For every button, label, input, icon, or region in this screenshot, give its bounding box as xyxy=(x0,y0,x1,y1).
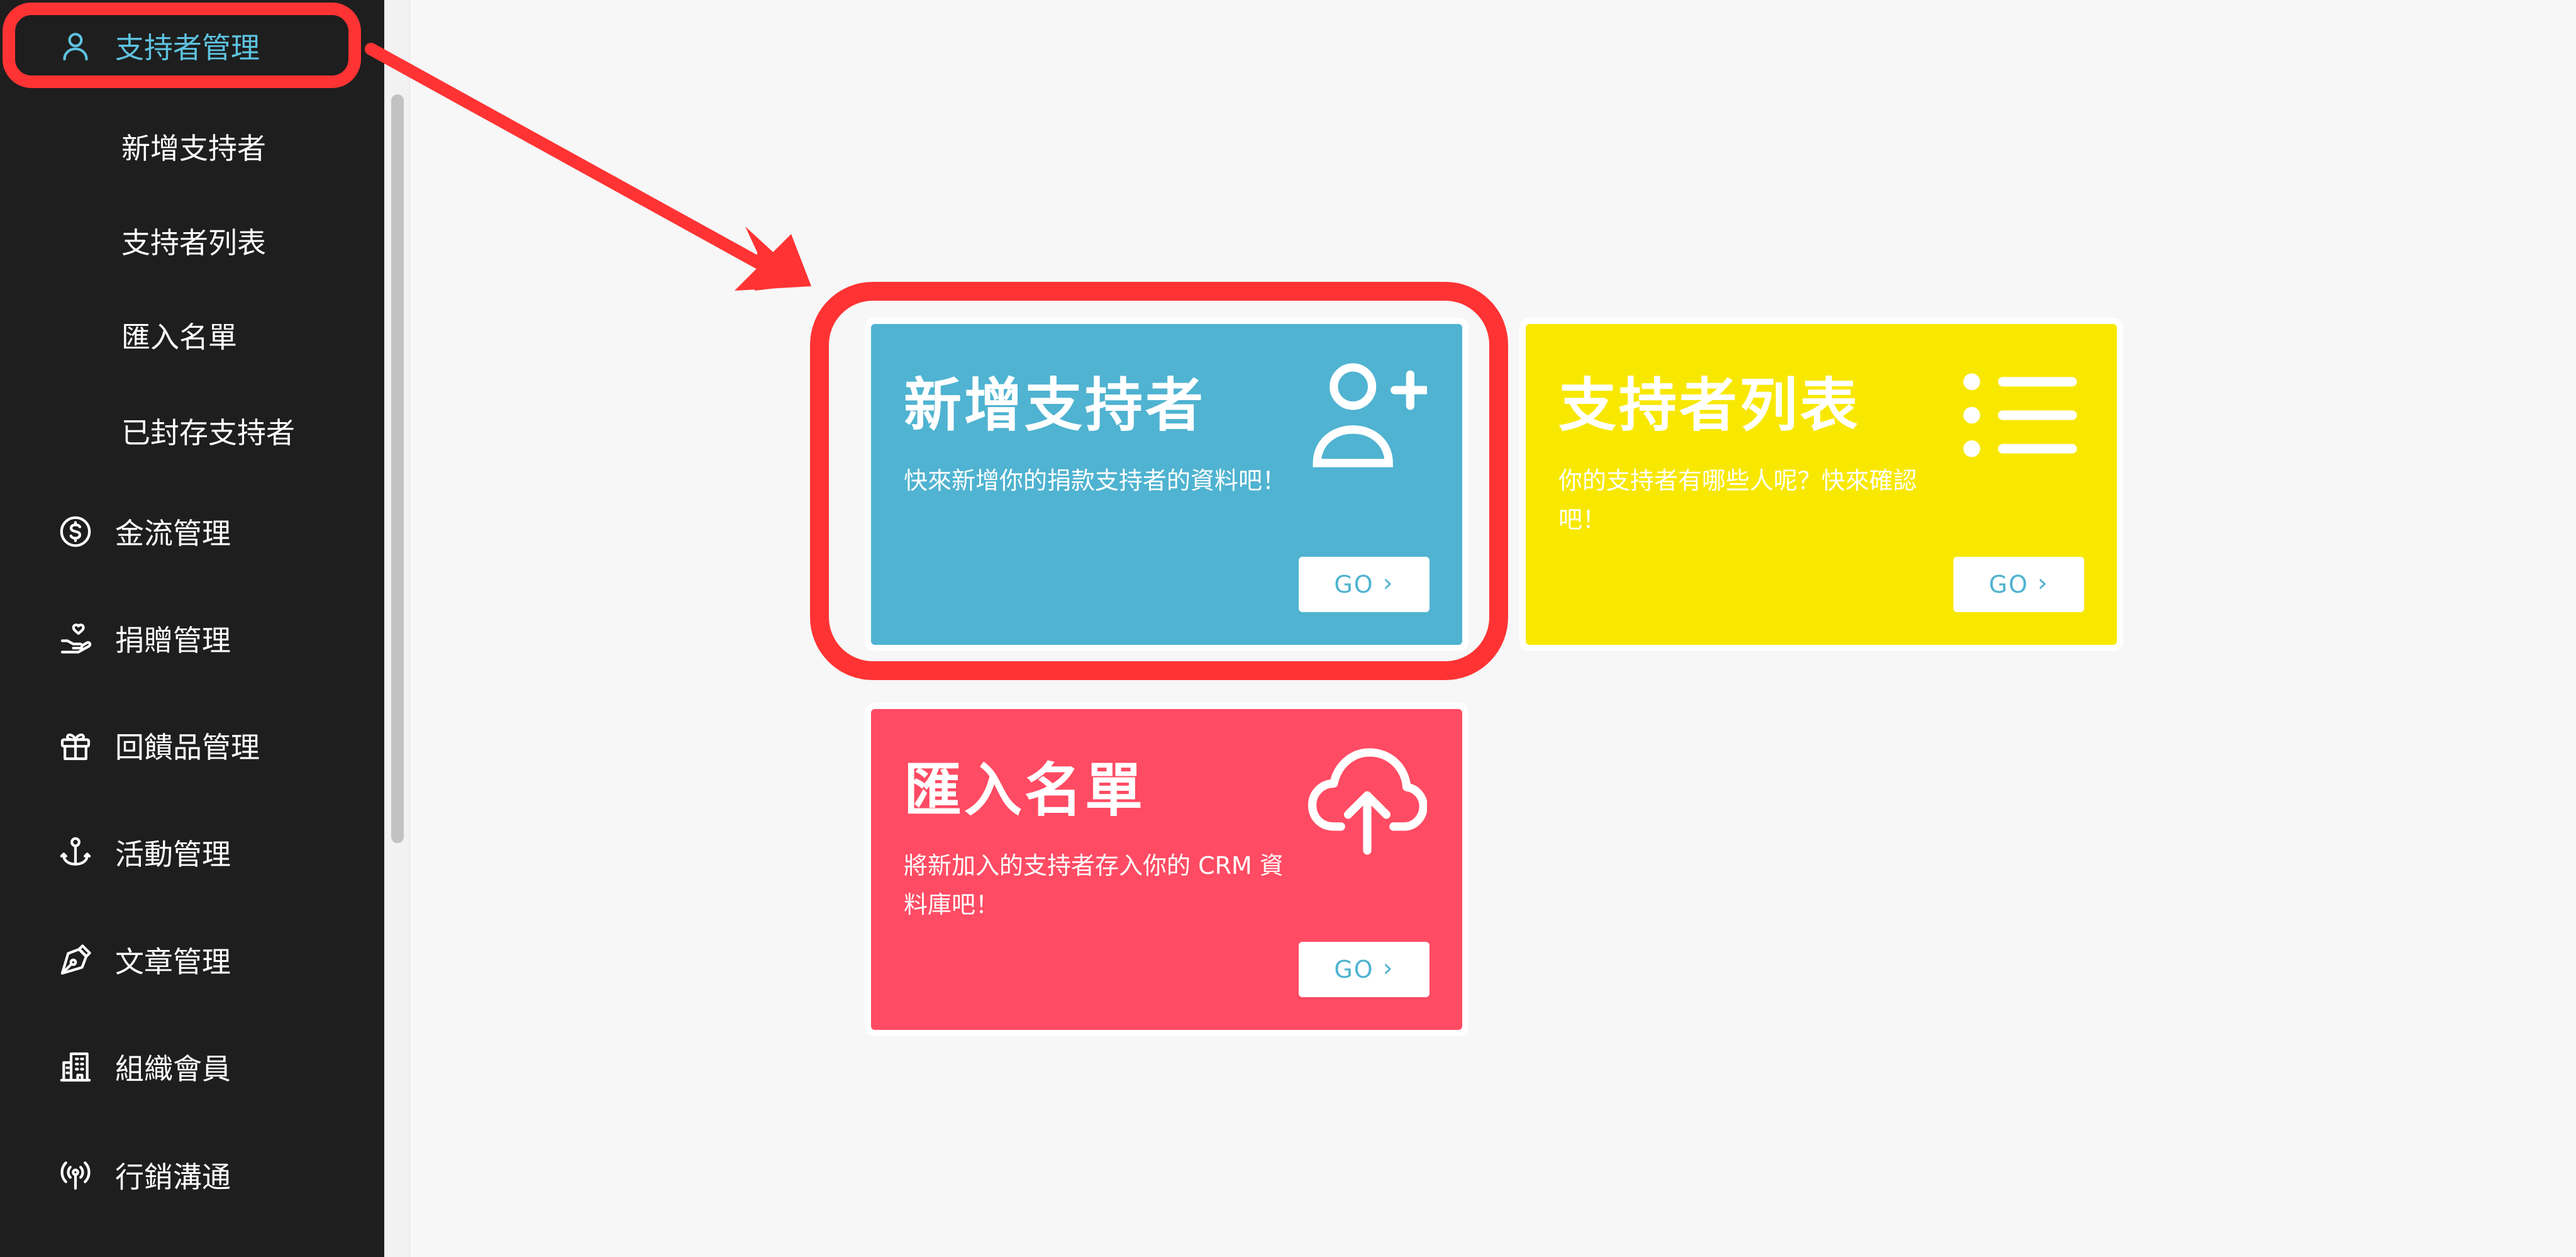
broadcast-icon xyxy=(58,1158,93,1193)
sidebar-item-label: 回饋品管理 xyxy=(115,730,260,764)
card-title: 匯入名單 xyxy=(904,757,1146,824)
sidebar-item-donation-management[interactable]: 捐贈管理 xyxy=(0,601,371,676)
sidebar-subitem-add-supporter[interactable]: 新增支持者 xyxy=(0,112,371,181)
sidebar-item-article-management[interactable]: 文章管理 xyxy=(0,922,371,998)
sidebar-item-event-management[interactable]: 活動管理 xyxy=(0,815,371,890)
sidebar-subitem-archived-supporters[interactable]: 已封存支持者 xyxy=(0,396,371,466)
sidebar-item-label: 行銷溝通 xyxy=(115,1160,231,1194)
sidebar-item-label: 組織會員 xyxy=(115,1052,231,1086)
import-list-card[interactable]: 匯入名單 將新加入的支持者存入你的 CRM 資料庫吧！ GO › xyxy=(871,709,1462,1030)
chevron-right-icon: › xyxy=(1382,954,1394,983)
sidebar-item-organization-members[interactable]: 組織會員 xyxy=(0,1029,371,1105)
supporter-list-go-button[interactable]: GO › xyxy=(1953,557,2084,612)
app-screen: 支持者管理 新增支持者 支持者列表 匯入名單 已封存支持者 金流管理 捐贈管理 … xyxy=(0,0,2576,1257)
annotation-highlight-card xyxy=(810,282,1508,680)
go-button-label: GO xyxy=(1989,571,2029,598)
sidebar-subitem-label: 匯入名單 xyxy=(121,320,237,354)
pen-icon xyxy=(58,942,93,978)
sidebar-subitem-label: 已封存支持者 xyxy=(121,416,295,450)
sidebar-subitem-import-list[interactable]: 匯入名單 xyxy=(0,301,371,370)
import-list-go-button[interactable]: GO › xyxy=(1299,942,1430,997)
cloud-upload-icon xyxy=(1307,748,1427,855)
list-icon xyxy=(1963,373,2077,457)
hand-heart-icon xyxy=(58,621,93,656)
go-button-label: GO xyxy=(1334,956,1374,983)
chevron-right-icon: › xyxy=(2037,569,2049,598)
sidebar-item-finance-management[interactable]: 金流管理 xyxy=(0,494,371,569)
annotation-highlight-sidebar xyxy=(3,3,361,88)
anchor-icon xyxy=(58,835,93,870)
sidebar-item-label: 金流管理 xyxy=(115,517,231,550)
sidebar-subitem-label: 支持者列表 xyxy=(121,226,266,260)
sidebar-item-marketing-communication[interactable]: 行銷溝通 xyxy=(0,1137,371,1213)
dollar-circle-icon xyxy=(58,514,93,549)
sidebar-subitem-label: 新增支持者 xyxy=(121,131,266,165)
gift-icon xyxy=(58,728,93,763)
sidebar-item-label: 捐贈管理 xyxy=(115,623,231,657)
sidebar-item-label: 活動管理 xyxy=(115,837,231,871)
building-icon xyxy=(58,1049,93,1085)
sidebar-scrollbar-thumb[interactable] xyxy=(391,94,404,843)
card-title: 支持者列表 xyxy=(1558,372,1861,439)
sidebar-subitem-supporter-list[interactable]: 支持者列表 xyxy=(0,206,371,276)
sidebar-item-label: 文章管理 xyxy=(115,945,231,979)
card-description: 將新加入的支持者存入你的 CRM 資料庫吧！ xyxy=(904,852,1284,919)
sidebar: 支持者管理 新增支持者 支持者列表 匯入名單 已封存支持者 金流管理 捐贈管理 … xyxy=(0,0,384,1257)
card-description: 你的支持者有哪些人呢？快來確認吧！ xyxy=(1558,467,1918,534)
supporter-list-card[interactable]: 支持者列表 你的支持者有哪些人呢？快來確認吧！ GO › xyxy=(1526,324,2117,645)
sidebar-item-reward-management[interactable]: 回饋品管理 xyxy=(0,708,371,783)
